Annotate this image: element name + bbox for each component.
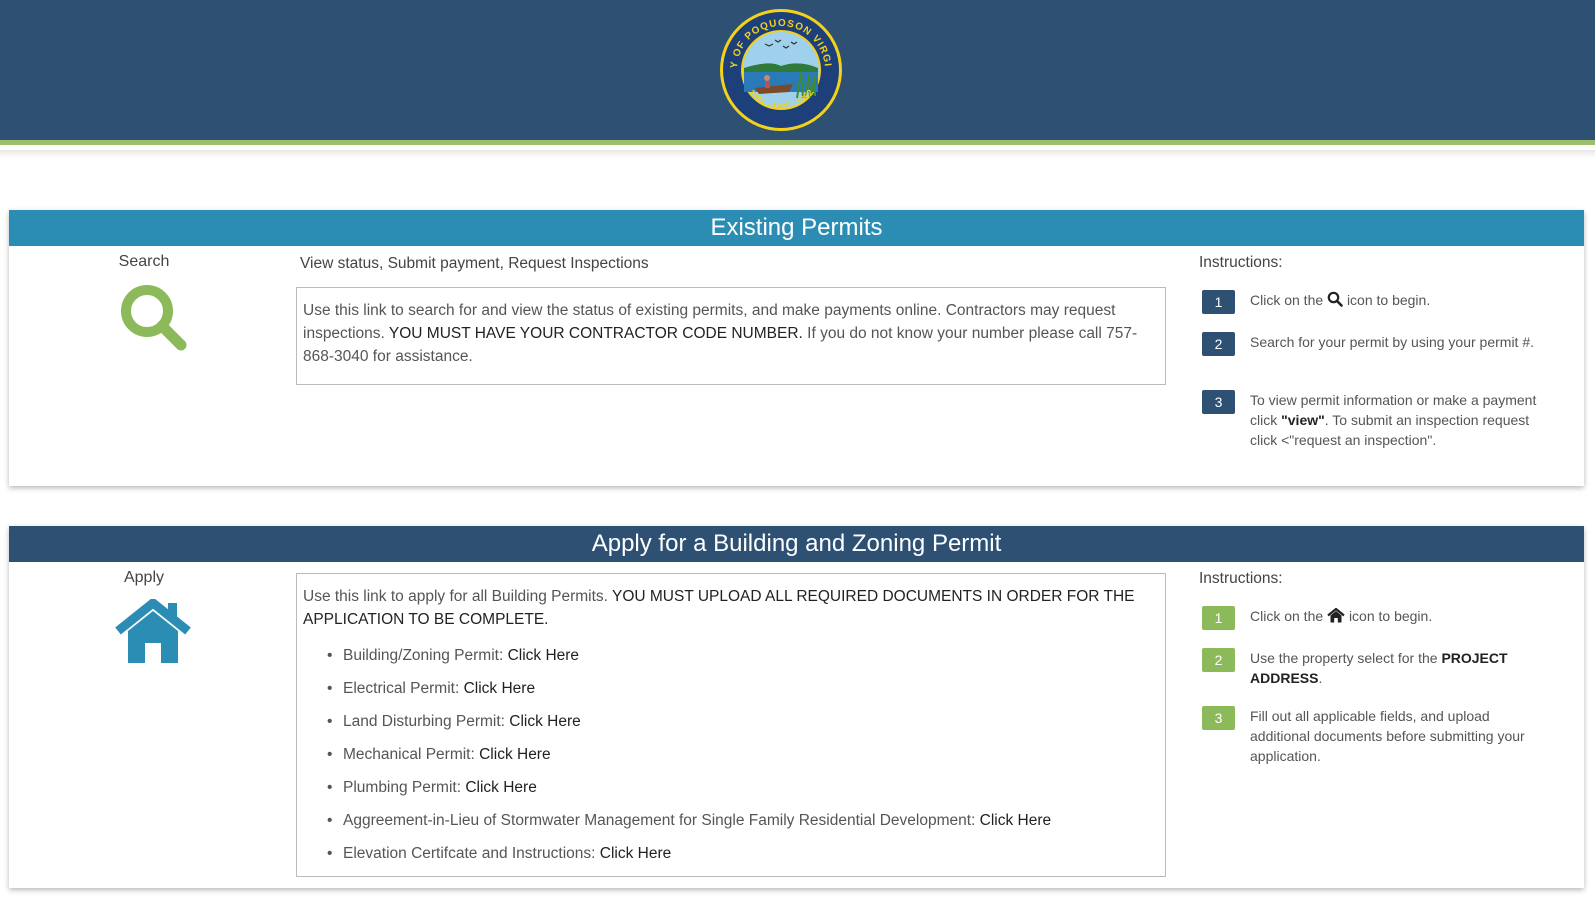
electrical-permit-link[interactable]: Click Here (464, 680, 535, 697)
site-header: CITY OF POQUOSON VIRGINIA 1631 · 1975 · … (0, 0, 1595, 145)
search-icon[interactable] (117, 281, 189, 353)
step-number-badge: 1 (1202, 290, 1235, 314)
list-item: Elevation Certifcate and Instructions: C… (323, 837, 1159, 870)
step-text-post: icon to begin. (1346, 292, 1431, 308)
step-number-badge: 3 (1202, 706, 1235, 730)
permit-link-list: Building/Zoning Permit: Click Here Elect… (303, 639, 1159, 870)
mechanical-permit-link[interactable]: Click Here (479, 746, 550, 763)
header-shadow (0, 150, 1595, 158)
elevation-certificate-link[interactable]: Click Here (600, 845, 671, 862)
city-seal-logo[interactable]: CITY OF POQUOSON VIRGINIA 1631 · 1975 · … (719, 8, 843, 132)
home-icon[interactable] (114, 599, 192, 665)
apply-label: Apply (123, 569, 165, 586)
instructions-title: Instructions: (1199, 254, 1283, 271)
list-item: Mechanical Permit: Click Here (323, 738, 1159, 771)
permit-label: Plumbing Permit: (343, 779, 462, 796)
home-icon (1327, 608, 1345, 623)
list-item: Electrical Permit: Click Here (323, 672, 1159, 705)
existing-permits-panel: Existing Permits Search View status, Sub… (9, 210, 1584, 486)
step-text: Click on the icon to begin. (1250, 606, 1540, 626)
step-number-badge: 3 (1202, 390, 1235, 414)
list-item: Building/Zoning Permit: Click Here (323, 639, 1159, 672)
step-text: Click on the icon to begin. (1250, 290, 1540, 310)
step-number-badge: 2 (1202, 648, 1235, 672)
plumbing-permit-link[interactable]: Click Here (465, 779, 536, 796)
step-text: Search for your permit by using your per… (1250, 334, 1535, 350)
list-item: Land Disturbing Permit: Click Here (323, 705, 1159, 738)
step-text-pre: Click on the (1250, 292, 1324, 308)
apply-permit-panel: Apply for a Building and Zoning Permit A… (9, 526, 1584, 888)
step-number-badge: 2 (1202, 332, 1235, 356)
permit-label: Land Disturbing Permit: (343, 713, 505, 730)
step-text-pre: Use the property select for the (1250, 650, 1438, 666)
list-item: Plumbing Permit: Click Here (323, 771, 1159, 804)
permit-label: Building/Zoning Permit: (343, 647, 504, 664)
building-zoning-permit-link[interactable]: Click Here (508, 647, 579, 664)
list-item: Aggreement-in-Lieu of Stormwater Managem… (323, 804, 1159, 837)
step-number-badge: 1 (1202, 606, 1235, 630)
panel-title: Apply for a Building and Zoning Permit (9, 526, 1584, 562)
contractor-code-warning: YOU MUST HAVE YOUR CONTRACTOR CODE NUMBE… (388, 325, 803, 342)
step-text: To view permit information or make a pay… (1250, 390, 1540, 450)
search-icon (1327, 291, 1343, 307)
permit-label: Elevation Certifcate and Instructions: (343, 845, 596, 862)
apply-description: Use this link to apply for all Building … (303, 588, 608, 605)
search-label: Search (118, 253, 170, 270)
apply-description-box: Use this link to apply for all Building … (296, 573, 1166, 877)
stormwater-agreement-link[interactable]: Click Here (980, 812, 1051, 829)
permit-label: Aggreement-in-Lieu of Stormwater Managem… (343, 812, 976, 829)
panel-title: Existing Permits (9, 210, 1584, 246)
permit-label: Mechanical Permit: (343, 746, 475, 763)
instructions-title: Instructions: (1199, 570, 1283, 587)
existing-description-box: Use this link to search for and view the… (296, 287, 1166, 385)
step-text-post: icon to begin. (1348, 608, 1433, 624)
step-text-post: . (1318, 670, 1323, 686)
step-text-bold: "view" (1281, 412, 1325, 428)
step-text: Use the property select for the PROJECT … (1250, 648, 1540, 688)
existing-subtitle: View status, Submit payment, Request Ins… (300, 255, 649, 272)
permit-label: Electrical Permit: (343, 680, 460, 697)
land-disturbing-permit-link[interactable]: Click Here (509, 713, 580, 730)
step-text-pre: Click on the (1250, 608, 1324, 624)
step-text: Fill out all applicable fields, and uplo… (1250, 708, 1525, 764)
